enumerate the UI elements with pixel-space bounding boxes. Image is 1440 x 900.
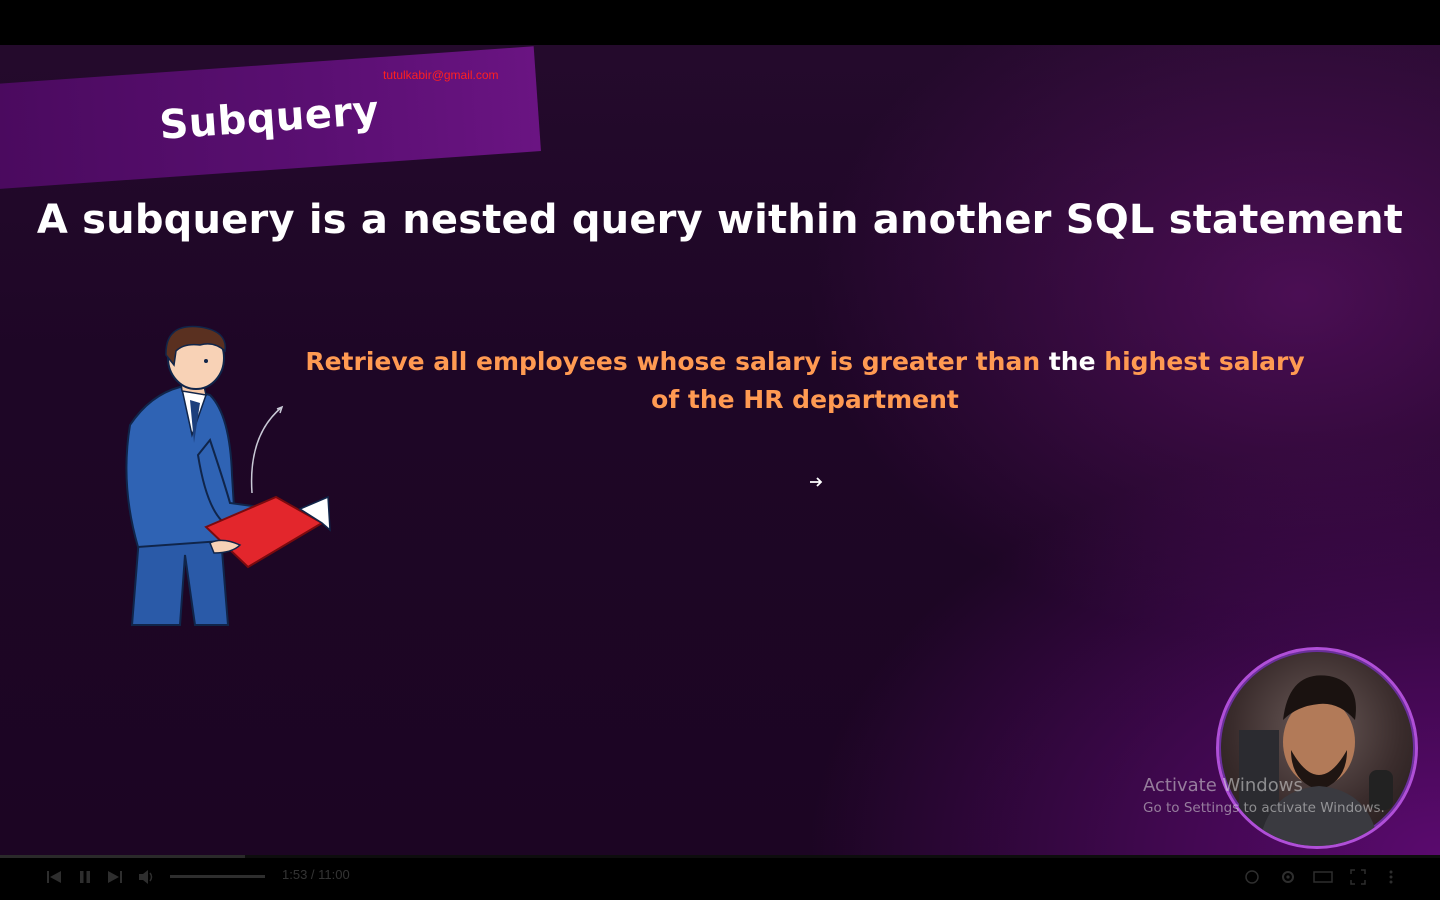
video-controls[interactable]: 1:53 / 11:00 <box>0 855 1440 900</box>
question-highlight: the <box>1048 347 1096 376</box>
presenter-avatar-icon <box>1239 675 1393 846</box>
top-letterbox <box>0 0 1440 45</box>
cursor-arrow-icon <box>810 477 823 487</box>
question-part1: Retrieve all employees whose salary is g… <box>305 347 1049 376</box>
previous-icon[interactable] <box>46 869 62 885</box>
slide[interactable]: Subquery tutulkabir@gmail.com A subquery… <box>0 45 1440 855</box>
progress-fill <box>0 855 245 858</box>
pause-icon[interactable] <box>77 869 93 885</box>
activate-windows-watermark: Activate Windows Go to Settings to activ… <box>1143 775 1385 816</box>
businessman-reading-illustration <box>125 325 331 626</box>
presenter-webcam <box>1216 647 1418 849</box>
more-icon[interactable] <box>1387 869 1395 885</box>
volume-icon[interactable] <box>138 869 156 885</box>
time-display: 1:53 / 11:00 <box>282 867 350 882</box>
fullscreen-icon[interactable] <box>1350 869 1366 885</box>
volume-slider[interactable] <box>170 875 265 878</box>
email-watermark: tutulkabir@gmail.com <box>383 68 499 82</box>
autoplay-icon[interactable] <box>1243 869 1261 885</box>
activate-subtitle: Go to Settings to activate Windows. <box>1143 800 1385 816</box>
settings-icon[interactable] <box>1279 869 1297 885</box>
progress-bar[interactable] <box>0 855 1440 858</box>
question-text: Retrieve all employees whose salary is g… <box>290 343 1320 419</box>
next-icon[interactable] <box>107 869 123 885</box>
definition-heading: A subquery is a nested query within anot… <box>36 197 1404 243</box>
theater-icon[interactable] <box>1313 869 1333 885</box>
activate-title: Activate Windows <box>1143 775 1303 796</box>
